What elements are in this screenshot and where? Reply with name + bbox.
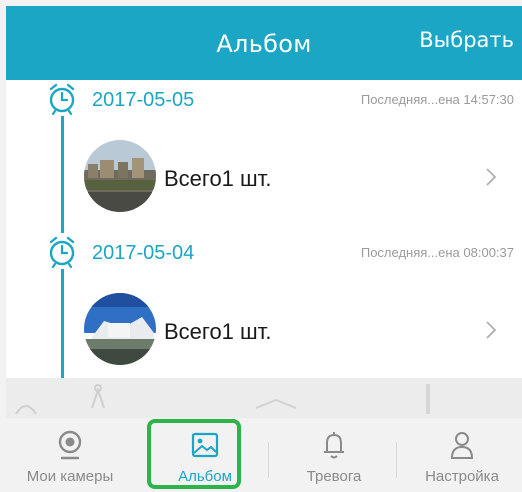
photo-thumbnail[interactable]	[84, 293, 156, 365]
album-group: 2017-05-04 Последняя...ена 08:00:37 Всег…	[6, 233, 522, 378]
tab-my-cameras[interactable]: Мои камеры	[6, 418, 134, 492]
camera-icon	[57, 430, 83, 464]
chevron-right-icon	[482, 319, 500, 341]
album-row[interactable]: Всего1 шт.	[6, 140, 522, 224]
alarm-clock-icon	[44, 80, 80, 116]
alarm-clock-icon	[44, 233, 80, 269]
album-group: 2017-05-05 Последняя...ена 14:57:30 Всег…	[6, 80, 522, 240]
bell-icon	[321, 430, 347, 464]
tab-label: Мои камеры	[26, 468, 114, 485]
background-decoration	[6, 378, 522, 418]
group-last-modified: Последняя...ена 08:00:37	[360, 245, 514, 260]
group-date: 2017-05-04	[92, 242, 195, 264]
tab-alarm[interactable]: Тревога	[274, 418, 394, 492]
photo-count: Всего1 шт.	[164, 166, 272, 191]
group-last-modified: Последняя...ена 14:57:30	[360, 92, 514, 107]
tab-label: Настройка	[425, 468, 499, 485]
select-button[interactable]: Выбрать	[419, 28, 514, 52]
user-icon	[449, 430, 475, 464]
tab-divider	[396, 442, 397, 478]
tab-label: Тревога	[306, 468, 362, 485]
tab-label: Альбом	[178, 468, 232, 485]
tab-settings[interactable]: Настройка	[402, 418, 522, 492]
album-list: 2017-05-05 Последняя...ена 14:57:30 Всег…	[6, 80, 522, 378]
tab-divider	[268, 442, 269, 478]
image-icon	[190, 430, 220, 464]
app-header: Альбом Выбрать	[6, 6, 522, 80]
tab-album[interactable]: Альбом	[151, 418, 259, 492]
bottom-tab-bar: Мои камеры Альбом Тревога Настройка	[6, 418, 522, 492]
photo-count: Всего1 шт.	[164, 319, 272, 344]
group-date: 2017-05-05	[92, 89, 195, 111]
chevron-right-icon	[482, 166, 500, 188]
album-row[interactable]: Всего1 шт.	[6, 293, 522, 377]
photo-thumbnail[interactable]	[84, 140, 156, 212]
